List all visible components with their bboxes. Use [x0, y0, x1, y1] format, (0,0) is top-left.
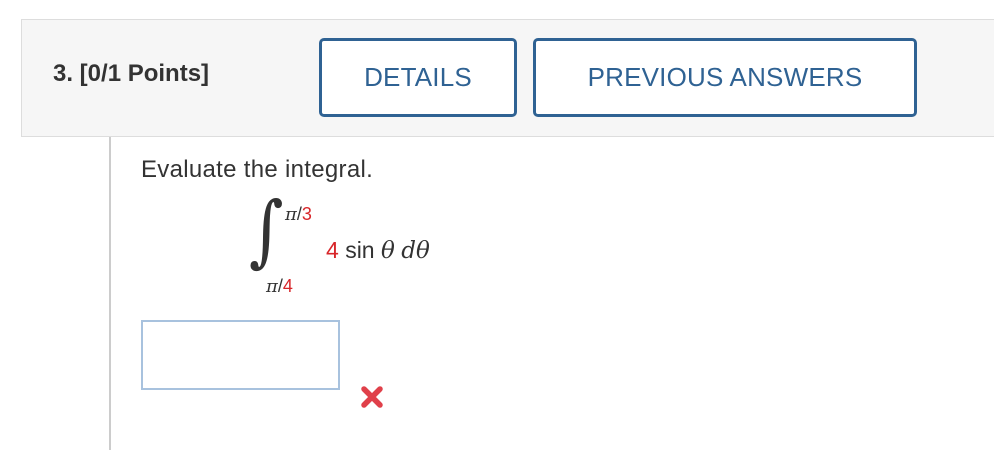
integral-lower-limit: π/4: [266, 276, 293, 297]
lower-limit-pi: π: [266, 276, 278, 297]
integral-upper-limit: π/3: [285, 204, 312, 225]
content-divider: [109, 137, 111, 450]
integrand-differential: dθ: [401, 238, 430, 264]
integral-symbol: ∫: [249, 186, 284, 276]
lower-limit-denominator: 4: [282, 276, 293, 296]
differential-variable: θ: [415, 238, 430, 264]
details-button[interactable]: DETAILS: [319, 38, 517, 117]
integrand-function: sin: [345, 237, 375, 263]
integrand: 4 sin θ dθ: [326, 237, 430, 264]
question-panel: 3. [0/1 Points] DETAILS PREVIOUS ANSWERS…: [0, 0, 994, 450]
previous-answers-button[interactable]: PREVIOUS ANSWERS: [533, 38, 917, 117]
upper-limit-pi: π: [285, 204, 297, 225]
integrand-coefficient: 4: [326, 237, 339, 263]
upper-limit-denominator: 3: [301, 204, 312, 224]
differential-d: d: [401, 238, 416, 264]
x-mark-icon: [361, 386, 383, 408]
answer-input[interactable]: [141, 320, 340, 390]
question-number-points: 3. [0/1 Points]: [53, 60, 210, 87]
problem-prompt: Evaluate the integral.: [141, 156, 374, 183]
integrand-variable: θ: [380, 238, 395, 264]
